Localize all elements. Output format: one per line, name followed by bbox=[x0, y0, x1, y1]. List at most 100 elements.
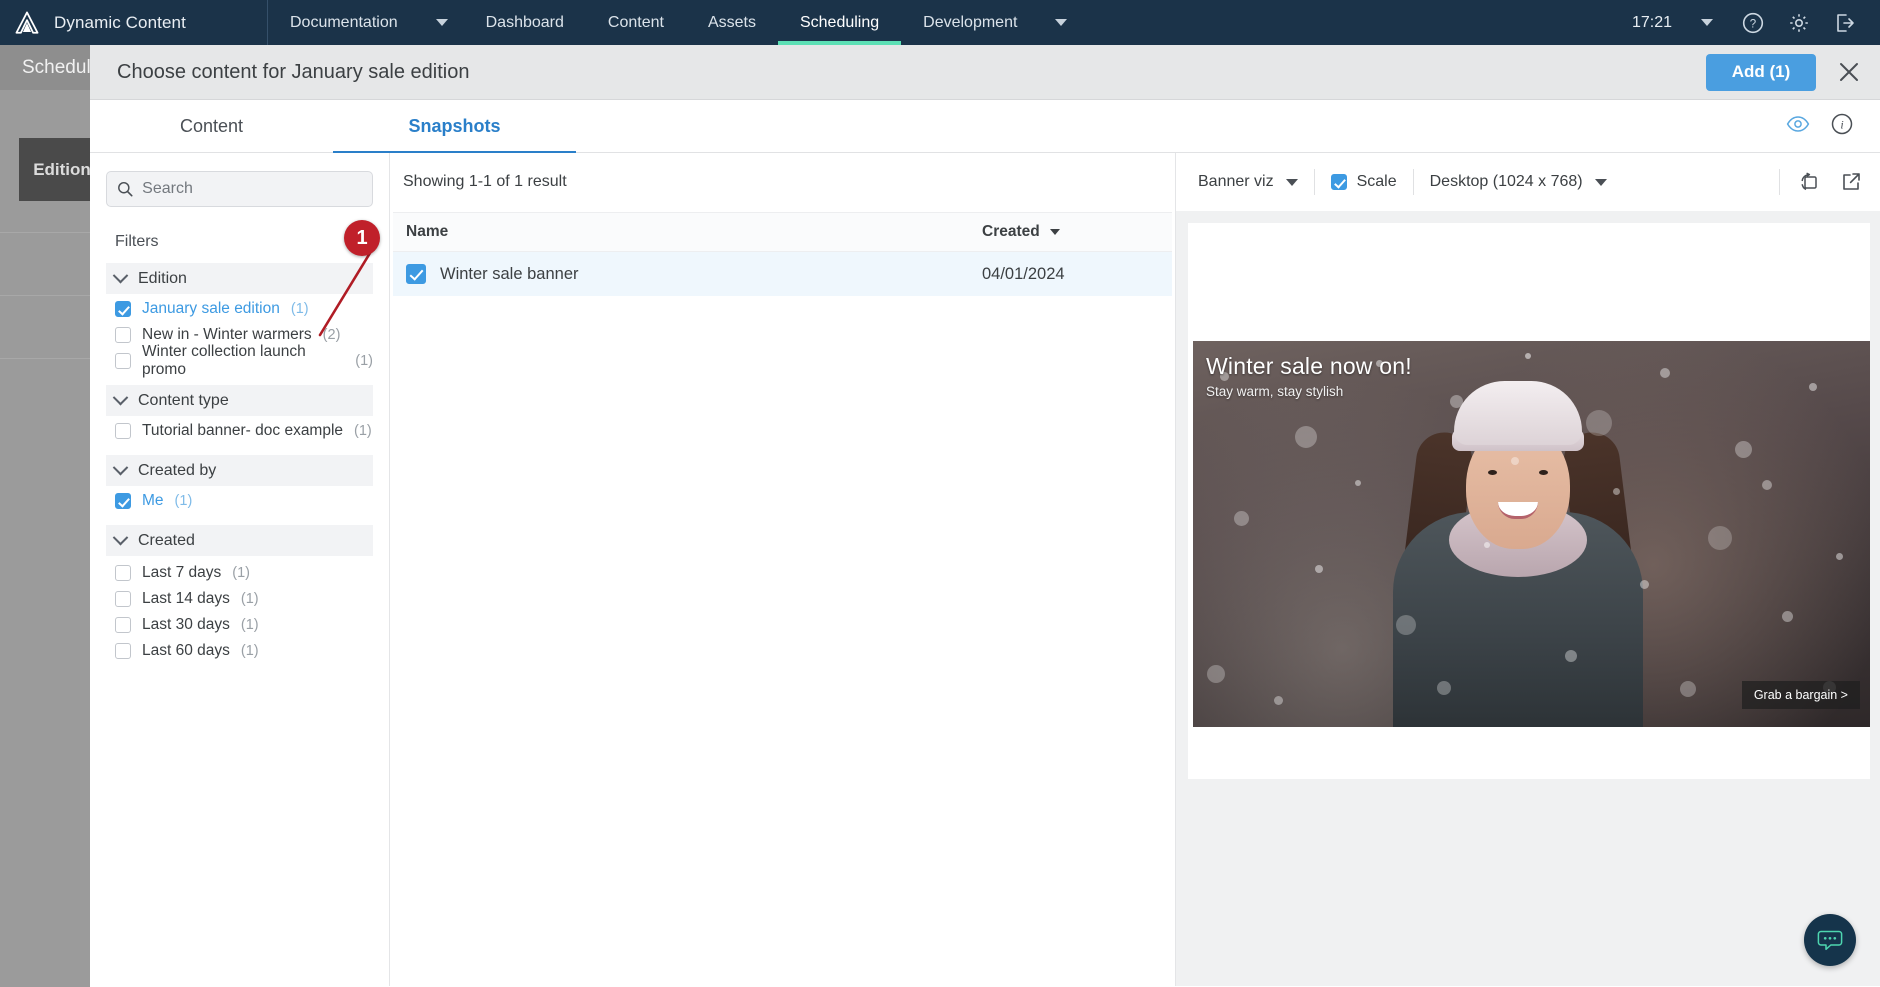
banner-cta-button[interactable]: Grab a bargain > bbox=[1741, 681, 1860, 709]
info-icon: i bbox=[1831, 113, 1853, 134]
checkbox-icon[interactable] bbox=[115, 327, 131, 343]
rotate-device-icon bbox=[1801, 172, 1817, 191]
filter-item-last-60-days[interactable]: Last 60 days (1) bbox=[106, 638, 373, 664]
snapshots-table: Name Created Winter sale banner 04/01/20… bbox=[390, 212, 1175, 296]
search-input[interactable] bbox=[142, 180, 362, 198]
filter-group-title: Edition bbox=[138, 269, 187, 287]
chevron-down-icon bbox=[435, 19, 448, 26]
info-button[interactable]: i bbox=[1830, 112, 1854, 141]
checkbox-icon[interactable] bbox=[115, 423, 131, 439]
table-row[interactable]: Winter sale banner 04/01/2024 bbox=[393, 252, 1172, 296]
top-navigation-bar: Dynamic Content Documentation Dashboard … bbox=[0, 0, 1880, 45]
clock-dropdown-button[interactable] bbox=[1686, 0, 1728, 45]
filter-item-count: (1) bbox=[232, 565, 251, 581]
modal-title: Choose content for January sale edition bbox=[117, 60, 470, 83]
add-button[interactable]: Add (1) bbox=[1706, 53, 1816, 91]
help-button[interactable]: ? bbox=[1732, 0, 1774, 45]
logout-button[interactable] bbox=[1824, 0, 1866, 45]
filter-group-content-type[interactable]: Content type bbox=[106, 385, 373, 416]
nav-item-label: Scheduling bbox=[799, 13, 880, 31]
modal-header: Choose content for January sale edition … bbox=[90, 45, 1880, 100]
preview-footer-space bbox=[1188, 779, 1870, 874]
filters-pane: Filters Edition January sale edition (1)… bbox=[90, 153, 390, 986]
modal-body: Filters Edition January sale edition (1)… bbox=[90, 153, 1880, 986]
filter-item-count: (1) bbox=[354, 423, 372, 439]
column-header-created-label: Created bbox=[982, 223, 1040, 240]
logout-icon bbox=[1837, 13, 1854, 32]
nav-item-assets[interactable]: Assets bbox=[686, 0, 778, 45]
column-header-name[interactable]: Name bbox=[393, 223, 982, 241]
column-header-created[interactable]: Created bbox=[982, 223, 1172, 241]
filter-group-title: Created by bbox=[138, 461, 217, 479]
table-cell-name: Winter sale banner bbox=[393, 264, 982, 284]
nav-item-development[interactable]: Development bbox=[901, 0, 1039, 45]
filter-group-title: Content type bbox=[138, 391, 229, 409]
filter-item-label: Last 30 days bbox=[142, 616, 230, 633]
tab-label: Snapshots bbox=[408, 115, 501, 136]
preview-visibility-button[interactable] bbox=[1786, 114, 1810, 139]
checkbox-icon[interactable] bbox=[115, 353, 131, 369]
row-checkbox-icon[interactable] bbox=[406, 264, 426, 284]
preview-card: Winter sale now on! Stay warm, stay styl… bbox=[1188, 223, 1870, 779]
filter-item-last-14-days[interactable]: Last 14 days (1) bbox=[106, 586, 373, 612]
eye-icon bbox=[1786, 115, 1810, 132]
device-select[interactable]: Desktop (1024 x 768) bbox=[1430, 173, 1607, 191]
filter-item-me[interactable]: Me (1) bbox=[106, 488, 373, 514]
preview-pane: Banner viz Scale Desktop (1024 x 768) Wi… bbox=[1175, 153, 1880, 986]
chat-support-button[interactable] bbox=[1804, 914, 1856, 966]
banner-title: Winter sale now on! bbox=[1206, 353, 1412, 379]
checkbox-icon[interactable] bbox=[115, 591, 131, 607]
chat-bubble-icon bbox=[1817, 930, 1843, 951]
search-box[interactable] bbox=[106, 171, 373, 207]
brand-area[interactable]: Dynamic Content bbox=[0, 0, 268, 45]
preview-toolbar: Banner viz Scale Desktop (1024 x 768) bbox=[1176, 153, 1880, 211]
filter-item-label: Tutorial banner- doc example bbox=[142, 422, 344, 439]
filter-item-count: (1) bbox=[355, 353, 373, 369]
table-header-row: Name Created bbox=[393, 212, 1172, 252]
nav-item-label: Content bbox=[607, 13, 664, 31]
filter-group-created[interactable]: Created bbox=[106, 525, 373, 556]
chevron-down-icon bbox=[1285, 178, 1298, 186]
scale-toggle[interactable]: Scale bbox=[1330, 173, 1397, 191]
checkbox-icon[interactable] bbox=[115, 493, 131, 509]
filter-item-count: (1) bbox=[240, 591, 259, 607]
nav-item-documentation[interactable]: Documentation bbox=[268, 0, 420, 45]
checkbox-icon[interactable] bbox=[115, 643, 131, 659]
nav-item-scheduling[interactable]: Scheduling bbox=[777, 0, 902, 45]
results-count-label: Showing 1-1 of 1 result bbox=[403, 173, 567, 190]
nav-development-caret[interactable] bbox=[1039, 0, 1083, 45]
close-icon bbox=[1840, 63, 1858, 81]
settings-button[interactable] bbox=[1778, 0, 1820, 45]
tab-actions: i bbox=[1786, 112, 1880, 141]
open-in-new-window-button[interactable] bbox=[1838, 169, 1864, 195]
tab-content[interactable]: Content bbox=[90, 100, 333, 153]
chevron-down-icon bbox=[1701, 19, 1713, 26]
nav-documentation-caret[interactable] bbox=[420, 0, 464, 45]
visualization-select[interactable]: Banner viz bbox=[1198, 173, 1298, 191]
close-modal-button[interactable] bbox=[1836, 59, 1862, 85]
rotate-device-button[interactable] bbox=[1796, 169, 1822, 195]
nav-item-label: Dashboard bbox=[485, 13, 564, 31]
checkbox-icon[interactable] bbox=[1330, 174, 1347, 190]
visualization-select-value: Banner viz bbox=[1198, 173, 1274, 190]
results-pane: Showing 1-1 of 1 result Name Created Win… bbox=[390, 153, 1175, 986]
nav-item-dashboard[interactable]: Dashboard bbox=[464, 0, 586, 45]
filter-item-last-7-days[interactable]: Last 7 days (1) bbox=[106, 560, 373, 586]
filter-item-tutorial-banner-doc-example[interactable]: Tutorial banner- doc example (1) bbox=[106, 418, 373, 444]
checkbox-icon[interactable] bbox=[115, 301, 131, 317]
filter-item-winter-collection-launch-promo[interactable]: Winter collection launch promo (1) bbox=[106, 343, 373, 378]
choose-content-modal: Choose content for January sale edition … bbox=[90, 45, 1880, 987]
chevron-down-icon bbox=[1594, 178, 1607, 186]
banner-preview: Winter sale now on! Stay warm, stay styl… bbox=[1193, 341, 1870, 727]
amplience-logo-icon bbox=[15, 11, 39, 34]
checkbox-icon[interactable] bbox=[115, 565, 131, 581]
nav-item-content[interactable]: Content bbox=[586, 0, 686, 45]
help-icon: ? bbox=[1742, 12, 1764, 33]
gear-icon bbox=[1790, 13, 1808, 32]
filter-item-last-30-days[interactable]: Last 30 days (1) bbox=[106, 612, 373, 638]
tab-snapshots[interactable]: Snapshots bbox=[333, 100, 576, 154]
checkbox-icon[interactable] bbox=[115, 617, 131, 633]
filter-group-created-by[interactable]: Created by bbox=[106, 455, 373, 486]
chevron-down-icon bbox=[112, 389, 129, 406]
chevron-down-icon bbox=[112, 459, 129, 476]
